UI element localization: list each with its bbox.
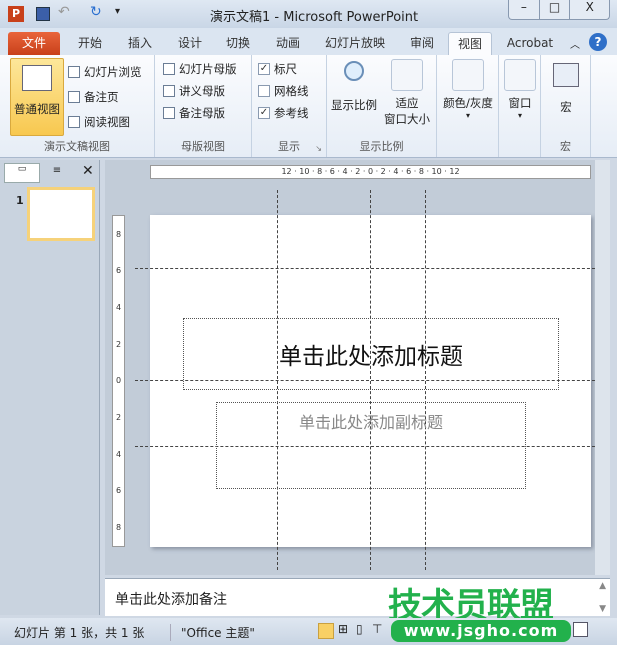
guides-checkbox[interactable]: ✓ 参考线 (258, 105, 309, 121)
fit-window-icon (391, 59, 423, 91)
redo-icon[interactable]: ↻ (90, 4, 102, 20)
minimize-ribbon-icon[interactable]: ︿ (570, 36, 580, 51)
slide-sorter-button[interactable]: 幻灯片浏览 (68, 64, 142, 80)
close-pane-icon[interactable]: ✕ (82, 163, 94, 179)
group-label: 宏 (560, 140, 571, 153)
group-master-views: 幻灯片母版 讲义母版 备注母版 母版视图 (155, 55, 252, 157)
zoom-button[interactable]: 显示比例 (329, 59, 379, 113)
handout-master-button[interactable]: 讲义母版 (163, 83, 225, 99)
macros-button[interactable]: 宏 (541, 63, 591, 115)
group-presentation-views: 普通视图 幻灯片浏览 备注页 阅读视图 演示文稿视图 (0, 55, 155, 157)
dialog-launcher-icon[interactable]: ↘ (315, 144, 322, 153)
window-icon (504, 59, 536, 91)
theme-status[interactable]: "Office 主题" (170, 624, 255, 641)
notes-placeholder: 单击此处添加备注 (115, 592, 227, 608)
tab-file[interactable]: 文件 (8, 32, 60, 55)
title-bar: P ↶ ↻ ▾ 演示文稿1 - Microsoft PowerPoint – □… (0, 0, 617, 28)
undo-icon[interactable]: ↶ (58, 4, 70, 20)
app-icon: P (8, 6, 24, 22)
watermark-url: www.jsgho.com (391, 620, 571, 642)
normal-view-icon (22, 65, 52, 91)
fit-slide-icon[interactable] (573, 622, 588, 637)
tab-transitions[interactable]: 切换 (218, 32, 258, 55)
group-zoom: 显示比例 适应 窗口大小 显示比例 (327, 55, 437, 157)
vertical-scrollbar[interactable] (595, 160, 610, 575)
slide-sorter-icon (68, 66, 80, 78)
magnifier-icon (344, 61, 364, 81)
grayscale-icon (452, 59, 484, 91)
gridlines-checkbox[interactable]: 网格线 (258, 83, 309, 99)
customize-qat-icon[interactable]: ▾ (115, 6, 120, 17)
tab-insert[interactable]: 插入 (120, 32, 160, 55)
slide-count-status: 幻灯片 第 1 张，共 1 张 (14, 626, 145, 640)
reading-view-icon[interactable]: ▯ (356, 622, 363, 636)
guide-line[interactable] (135, 268, 605, 269)
notes-page-icon (68, 91, 80, 103)
help-icon[interactable]: ? (589, 33, 607, 51)
group-macros: 宏 宏 (541, 55, 591, 157)
outline-tab[interactable]: ≡ (42, 165, 72, 176)
reading-view-button[interactable]: 阅读视图 (68, 114, 130, 130)
tab-view[interactable]: 视图 (448, 32, 492, 55)
tab-animations[interactable]: 动画 (268, 32, 308, 55)
ribbon-tabs: 文件 开始 插入 设计 切换 动画 幻灯片放映 审阅 视图 Acrobat ︿ … (0, 28, 617, 55)
group-window: 窗口 ▾ (499, 55, 541, 157)
tab-design[interactable]: 设计 (170, 32, 210, 55)
color-grayscale-button[interactable]: 颜色/灰度 ▾ (437, 59, 499, 120)
slides-tab[interactable]: ▭ (4, 163, 40, 183)
group-label: 显示比例 (359, 140, 404, 153)
scroll-down-icon[interactable]: ▼ (599, 604, 606, 614)
tab-slideshow[interactable]: 幻灯片放映 (320, 32, 390, 55)
maximize-button[interactable]: □ (538, 0, 570, 19)
normal-view-button[interactable]: 普通视图 (10, 58, 64, 136)
normal-view-status-icon[interactable] (318, 623, 334, 639)
notes-page-button[interactable]: 备注页 (68, 89, 119, 105)
status-bar: 幻灯片 第 1 张，共 1 张 "Office 主题" ⊞ ▯ ⊤ www.js… (0, 618, 617, 645)
scroll-up-icon[interactable]: ▲ (599, 581, 606, 591)
checkbox-checked: ✓ (258, 107, 270, 119)
notes-master-icon (163, 107, 175, 119)
checkbox-unchecked (258, 85, 270, 97)
group-label: 演示文稿视图 (44, 140, 110, 153)
tab-home[interactable]: 开始 (70, 32, 110, 55)
horizontal-ruler[interactable]: 12 · 10 · 8 · 6 · 4 · 2 · 0 · 2 · 4 · 6 … (150, 165, 591, 179)
slide-master-icon (163, 63, 175, 75)
group-show: ✓ 标尺 网格线 ✓ 参考线 显示 ↘ (252, 55, 327, 157)
sorter-view-icon[interactable]: ⊞ (338, 622, 348, 636)
checkbox-checked: ✓ (258, 63, 270, 75)
group-label: 母版视图 (181, 140, 225, 153)
ribbon: 普通视图 幻灯片浏览 备注页 阅读视图 演示文稿视图 幻灯片母版 讲义母版 备注… (0, 55, 617, 158)
tab-acrobat[interactable]: Acrobat (502, 32, 558, 55)
close-button[interactable]: X (569, 0, 609, 19)
title-placeholder[interactable]: 单击此处添加标题 (183, 318, 559, 390)
window-controls: – □ X (508, 0, 610, 20)
minimize-button[interactable]: – (509, 0, 539, 19)
slide-master-button[interactable]: 幻灯片母版 (163, 61, 237, 77)
fit-to-window-button[interactable]: 适应 窗口大小 (379, 59, 435, 127)
tab-review[interactable]: 审阅 (402, 32, 442, 55)
macro-icon (553, 63, 579, 87)
vertical-ruler[interactable]: 864202468 (112, 215, 125, 547)
group-color: 颜色/灰度 ▾ (437, 55, 499, 157)
notes-master-button[interactable]: 备注母版 (163, 105, 225, 121)
window-button[interactable]: 窗口 ▾ (499, 59, 541, 120)
slideshow-icon[interactable]: ⊤ (372, 622, 382, 636)
handout-master-icon (163, 85, 175, 97)
book-icon (68, 116, 80, 128)
slides-pane: ▭ ≡ ✕ 1 (0, 160, 100, 615)
ruler-checkbox[interactable]: ✓ 标尺 (258, 61, 297, 77)
slide-thumbnail-number: 1 (16, 194, 24, 207)
window-title: 演示文稿1 - Microsoft PowerPoint (210, 10, 419, 25)
save-icon[interactable] (36, 7, 50, 21)
slide-thumbnail[interactable] (27, 187, 95, 241)
subtitle-placeholder[interactable]: 单击此处添加副标题 (216, 402, 526, 489)
